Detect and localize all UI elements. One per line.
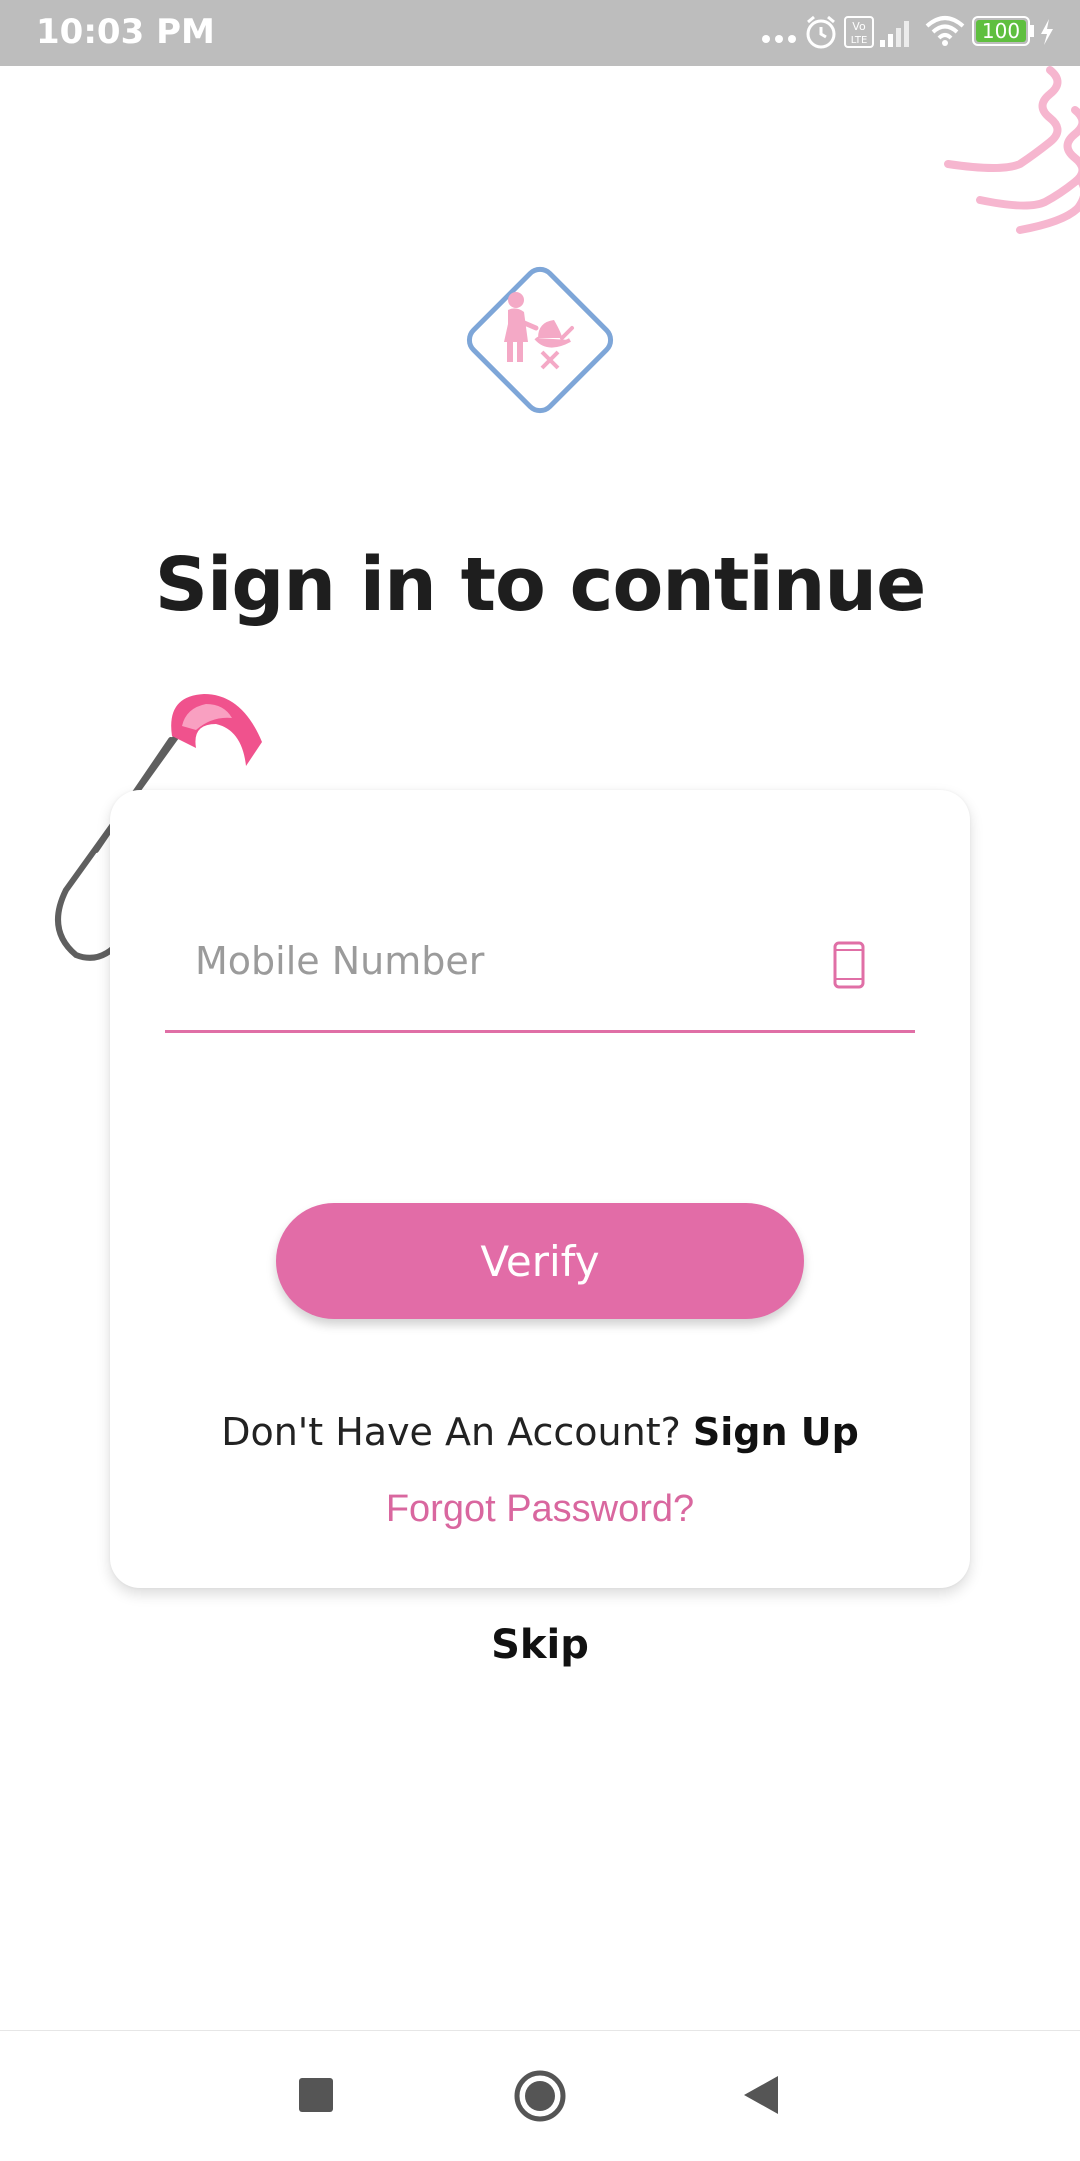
system-nav-bar [0,2030,1080,2161]
more-dots-icon [762,35,796,43]
charging-icon [1041,19,1053,45]
battery-icon: 100 [972,16,1034,46]
skip-link[interactable]: Skip [0,1622,1080,1668]
forgot-password-link[interactable]: Forgot Password? [0,1488,1080,1531]
page-title: Sign in to continue [154,541,927,628]
svg-text:Vo: Vo [852,20,866,33]
volte-icon: Vo LTE [844,16,874,48]
mobile-number-field[interactable] [165,905,915,1033]
sign-up-prompt: Don't Have An Account? Sign Up [0,1410,1080,1454]
smartphone-icon [833,941,865,989]
alarm-icon [806,15,836,49]
mobile-number-input[interactable] [193,925,797,997]
signal-icon [880,21,909,47]
back-triangle-icon[interactable] [740,2073,782,2117]
mother-baby-logo-icon [466,266,614,414]
wifi-icon [925,16,965,46]
sign-up-link[interactable]: Sign Up [693,1410,859,1454]
verify-button[interactable]: Verify [276,1203,804,1319]
svg-text:LTE: LTE [851,35,868,46]
status-icons: Vo LTE 100 [760,10,1060,56]
status-time: 10:03 PM [36,12,215,52]
battery-level: 100 [981,19,1021,43]
no-account-text: Don't Have An Account? [221,1410,681,1454]
status-bar: 10:03 PM Vo LTE 100 [0,0,1080,66]
recents-square-icon[interactable] [296,2075,336,2115]
home-circle-icon[interactable] [513,2069,567,2123]
decorative-squiggles [944,66,1080,234]
